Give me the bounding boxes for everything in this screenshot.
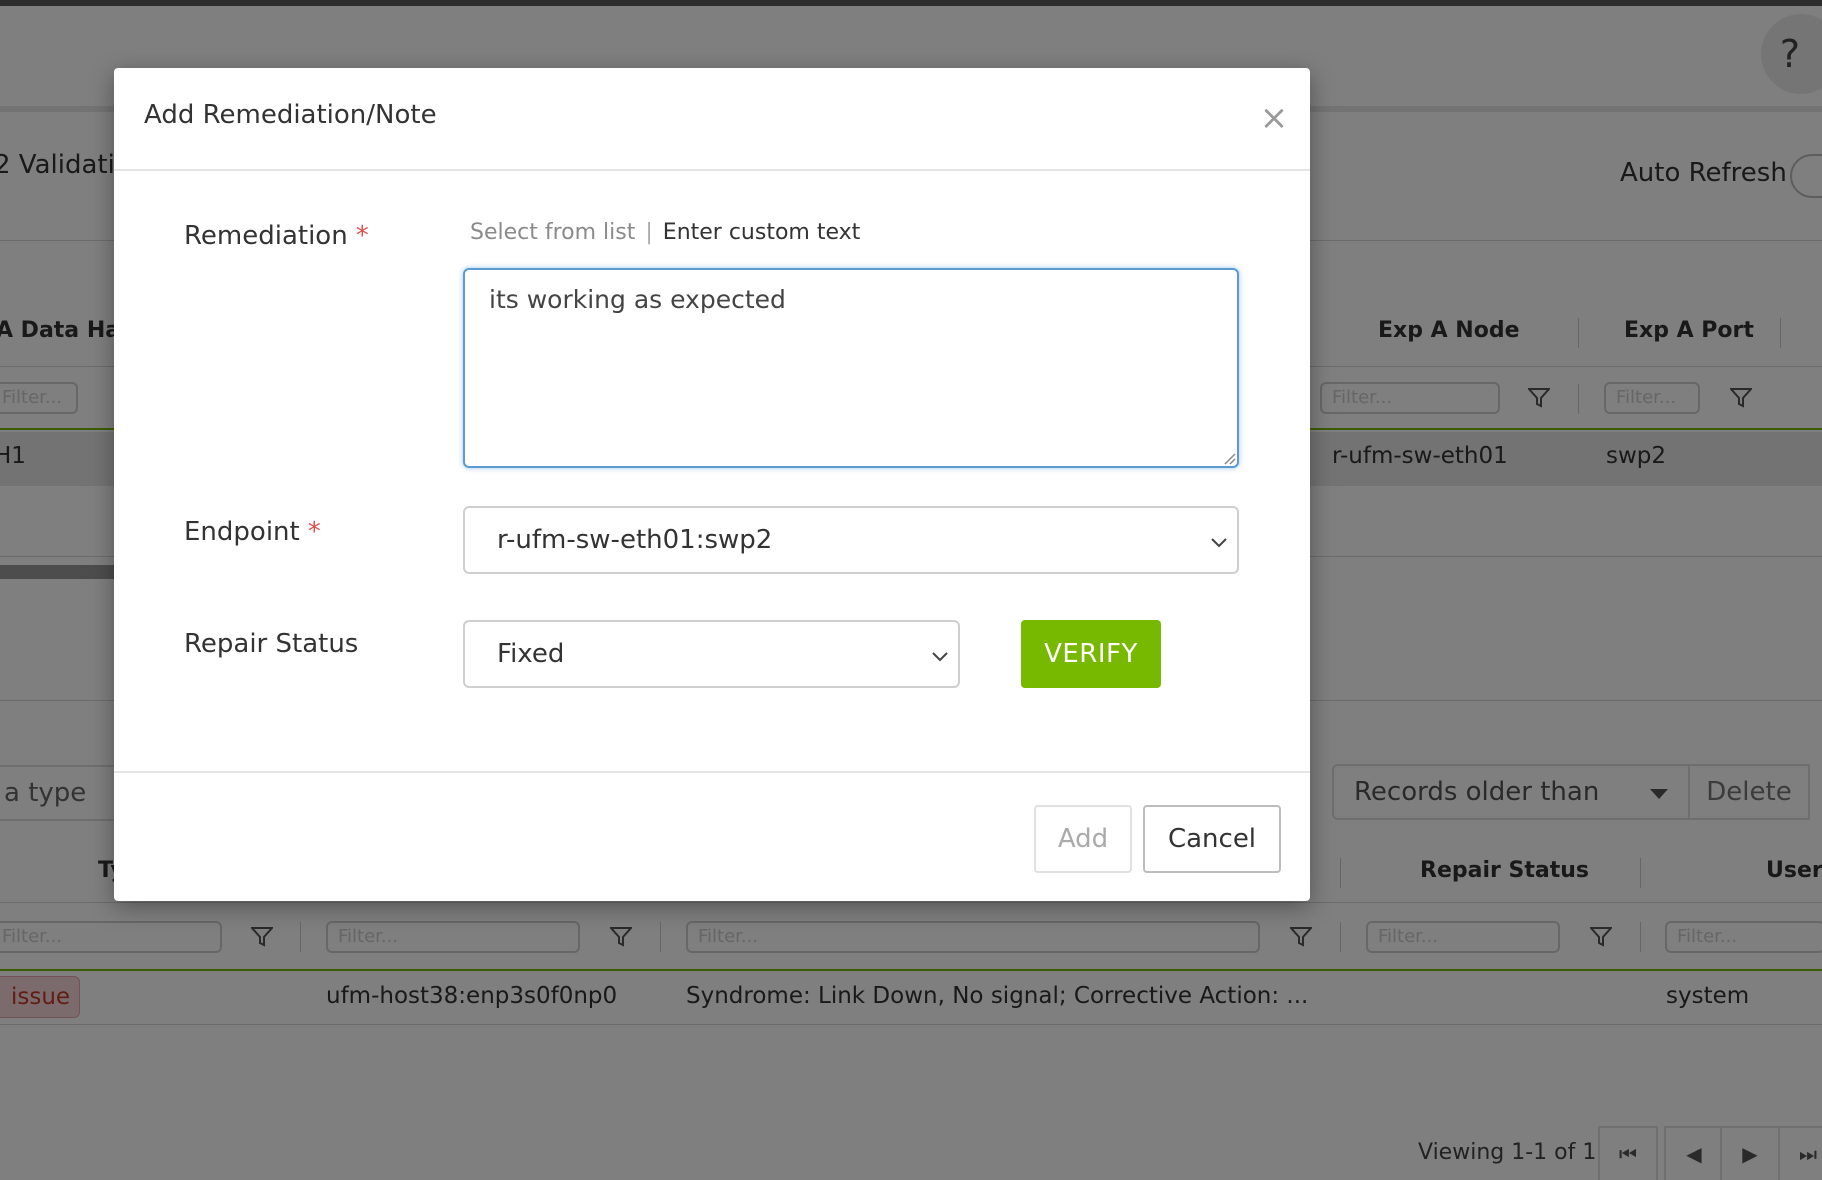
required-marker: * [307, 517, 321, 547]
remediation-label-text: Remediation [184, 221, 348, 251]
remediation-mode-tabs: Select from list | Enter custom text [470, 220, 860, 245]
mode-separator: | [645, 220, 653, 245]
endpoint-label-text: Endpoint [184, 517, 300, 547]
endpoint-select-value: r-ufm-sw-eth01:swp2 [497, 525, 773, 555]
endpoint-select[interactable]: r-ufm-sw-eth01:swp2 [463, 506, 1239, 574]
remediation-label: Remediation * [184, 221, 369, 251]
dialog-header: Add Remediation/Note × [114, 68, 1310, 171]
tab-enter-custom-text[interactable]: Enter custom text [663, 220, 860, 245]
chevron-down-icon [1211, 538, 1227, 548]
verify-button[interactable]: VERIFY [1021, 620, 1161, 688]
chevron-down-icon [932, 652, 948, 662]
repair-status-select-value: Fixed [497, 639, 565, 669]
close-icon[interactable]: × [1254, 98, 1294, 138]
repair-status-select[interactable]: Fixed [463, 620, 960, 688]
add-remediation-dialog: Add Remediation/Note × Remediation * Sele… [114, 68, 1310, 901]
endpoint-label: Endpoint * [184, 517, 321, 547]
add-button[interactable]: Add [1034, 805, 1132, 873]
remediation-textarea[interactable]: its working as expected [463, 268, 1239, 468]
resize-grip-icon[interactable] [1220, 449, 1236, 465]
dialog-footer-divider [114, 771, 1310, 773]
dialog-title: Add Remediation/Note [144, 100, 437, 130]
cancel-button[interactable]: Cancel [1143, 805, 1281, 873]
required-marker: * [355, 221, 369, 251]
tab-select-from-list[interactable]: Select from list [470, 220, 635, 245]
repair-status-label: Repair Status [184, 629, 359, 659]
